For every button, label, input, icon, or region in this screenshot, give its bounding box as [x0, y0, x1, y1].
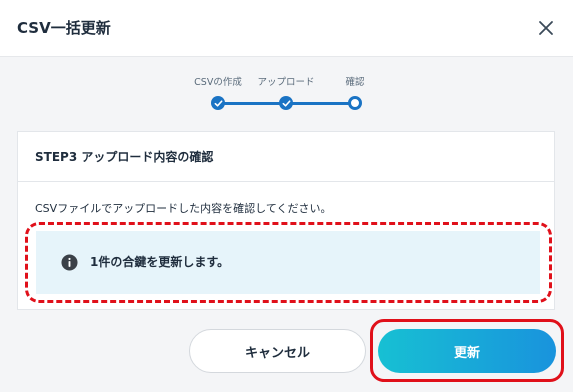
- step-label-create-csv: CSVの作成: [194, 77, 242, 88]
- step-current-dot: [348, 96, 362, 110]
- info-message-text: 1件の合鍵を更新します。: [90, 255, 230, 269]
- close-icon: [539, 21, 553, 35]
- info-icon: [61, 254, 78, 271]
- modal-title: CSV一括更新: [17, 19, 111, 37]
- info-message-box: 1件の合鍵を更新します。: [36, 231, 540, 294]
- step-done-check-icon: [279, 96, 293, 110]
- card-title: STEP3 アップロード内容の確認: [35, 150, 214, 164]
- card-header: STEP3 アップロード内容の確認: [18, 132, 554, 182]
- step-done-check-icon: [211, 96, 225, 110]
- stepper: CSVの作成 アップロード 確認: [190, 76, 380, 112]
- step-label-upload: アップロード: [257, 77, 315, 88]
- card-description: CSVファイルでアップロードした内容を確認してください。: [35, 202, 332, 215]
- close-button[interactable]: [532, 14, 560, 42]
- cancel-button[interactable]: キャンセル: [189, 329, 366, 373]
- modal-header: CSV一括更新: [0, 0, 573, 57]
- confirm-card: STEP3 アップロード内容の確認 CSVファイルでアップロードした内容を確認し…: [17, 131, 555, 310]
- step-label-confirm: 確認: [345, 77, 365, 88]
- update-button[interactable]: 更新: [378, 329, 556, 373]
